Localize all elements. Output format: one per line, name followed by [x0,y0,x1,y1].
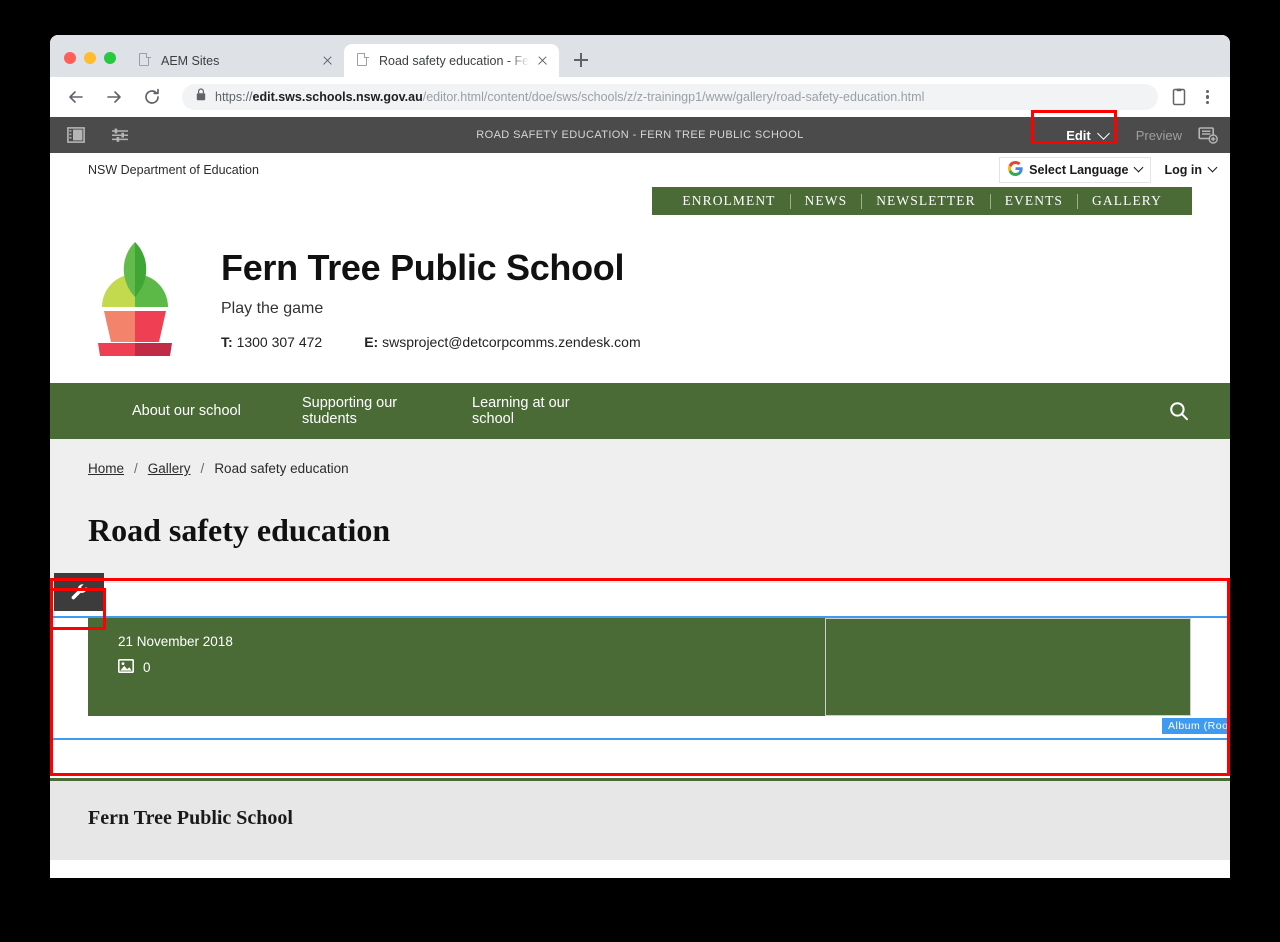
chevron-down-icon [1207,162,1218,173]
site-footer: Fern Tree Public School [50,781,1230,860]
url-scheme: https:// [215,90,253,104]
quicklink-gallery[interactable]: GALLERY [1078,193,1176,209]
close-window-button[interactable] [64,52,76,64]
contact-details: T: 1300 307 472 E: swsproject@detcorpcom… [221,334,641,350]
school-logo[interactable] [88,239,183,357]
browser-menu-icon[interactable] [1196,84,1218,110]
browser-tab-strip: AEM Sites Road safety education - Fern T [50,35,1230,77]
quicklink-enrolment[interactable]: ENROLMENT [668,193,789,209]
school-identity: Fern Tree Public School Play the game T:… [221,239,641,350]
page-information-icon[interactable] [1196,123,1220,147]
main-navigation: About our school Supporting our students… [50,383,1230,439]
quicklink-newsletter[interactable]: NEWSLETTER [862,193,989,209]
email-address[interactable]: swsproject@detcorpcomms.zendesk.com [382,334,641,350]
department-label: NSW Department of Education [88,162,259,177]
page-bottom-spacer [50,740,1230,781]
edit-mode-button[interactable]: Edit [1052,122,1122,149]
aem-toolbar-left [50,123,132,147]
login-label: Log in [1164,162,1203,177]
page-properties-icon[interactable] [108,123,132,147]
screen: AEM Sites Road safety education - Fern T [0,0,1280,942]
window-controls [50,52,126,77]
aem-toolbar-right: Edit Preview [1052,122,1230,149]
quicklinks-bar: ENROLMENT NEWS NEWSLETTER EVENTS GALLERY [652,187,1192,215]
browser-tab-road-safety-education[interactable]: Road safety education - Fern T [344,44,559,77]
sidebar-toggle-icon[interactable] [64,123,88,147]
album-image-count: 0 [118,659,825,676]
browser-window: AEM Sites Road safety education - Fern T [50,35,1230,878]
page-title: Road safety education [88,512,391,548]
breadcrumb-section: Home / Gallery / Road safety education R… [50,439,1230,573]
breadcrumb-separator: / [134,461,138,476]
new-tab-button[interactable] [567,46,595,74]
url-path: /editor.html/content/doe/sws/schools/z/z… [422,90,925,104]
album-date: 21 November 2018 [118,634,233,649]
aem-editor-toolbar: ROAD SAFETY EDUCATION - FERN TREE PUBLIC… [50,117,1230,153]
lock-icon [196,88,206,106]
image-icon [118,659,134,676]
browser-tab-title: AEM Sites [161,53,220,68]
footer-school-name: Fern Tree Public School [88,807,293,829]
nav-item-supporting-our-students[interactable]: Supporting our students [302,395,424,427]
component-badge: Album (Root [1162,718,1230,734]
url-domain: edit.sws.schools.nsw.gov.au [252,90,423,104]
reload-icon[interactable] [138,83,166,111]
site-page: NSW Department of Education Select Langu… [50,153,1230,860]
breadcrumb-item-home[interactable]: Home [88,461,124,476]
preview-button[interactable]: Preview [1122,122,1196,149]
breadcrumb-item-current: Road safety education [214,461,349,476]
forward-icon[interactable] [100,83,128,111]
close-icon[interactable] [533,52,551,70]
configure-component-button[interactable] [54,573,104,611]
album-component-region: 21 November 2018 0 Album (Root [50,573,1230,740]
edit-mode-label: Edit [1066,127,1091,143]
breadcrumb-separator: / [200,461,205,476]
browser-toolbar: https://edit.sws.schools.nsw.gov.au/edit… [50,77,1230,117]
phone-number: 1300 307 472 [236,334,323,350]
utility-bar: NSW Department of Education Select Langu… [50,153,1230,187]
google-icon [1008,161,1023,178]
quicklink-news[interactable]: NEWS [791,193,862,209]
breadcrumb: Home / Gallery / Road safety education [88,461,1192,476]
album-component[interactable]: 21 November 2018 0 Album (Root [50,616,1230,740]
minimize-window-button[interactable] [84,52,96,64]
album-header-spacer [50,583,1230,616]
album-tile-grid: 21 November 2018 0 [50,618,1230,716]
phone-detail: T: 1300 307 472 [221,334,322,350]
address-bar-url: https://edit.sws.schools.nsw.gov.au/edit… [215,90,924,104]
breadcrumb-item-gallery[interactable]: Gallery [148,461,191,476]
close-icon[interactable] [318,52,336,70]
browser-tab-aem-sites[interactable]: AEM Sites [126,44,344,77]
back-icon[interactable] [62,83,90,111]
image-count-value: 0 [143,660,151,675]
chevron-down-icon [1133,162,1143,173]
page-file-icon [138,53,152,68]
nav-item-learning-at-our-school[interactable]: Learning at our school [472,395,594,427]
album-top-spacer [50,573,1230,583]
login-menu[interactable]: Log in [1164,162,1218,177]
email-label: E: [364,334,379,350]
search-icon[interactable] [1166,398,1192,424]
nav-item-about-our-school[interactable]: About our school [132,403,254,419]
school-name: Fern Tree Public School [221,247,625,288]
chevron-down-icon [1096,126,1110,140]
site-header: Fern Tree Public School Play the game T:… [50,215,1230,383]
browser-tab-title: Road safety education - Fern T [379,53,529,68]
phone-label: T: [221,334,233,350]
quicklink-events[interactable]: EVENTS [991,193,1077,209]
install-app-icon[interactable] [1166,84,1192,110]
select-language-label: Select Language [1029,162,1129,177]
utility-bar-right: Select Language Log in [999,156,1218,183]
album-tile[interactable]: 21 November 2018 0 [88,618,825,716]
address-bar[interactable]: https://edit.sws.schools.nsw.gov.au/edit… [182,84,1158,110]
maximize-window-button[interactable] [104,52,116,64]
quicklinks-row: ENROLMENT NEWS NEWSLETTER EVENTS GALLERY [50,187,1230,215]
album-tile[interactable] [825,618,1191,716]
email-detail: E: swsproject@detcorpcomms.zendesk.com [364,334,640,350]
page-file-icon [356,53,370,68]
school-tagline: Play the game [221,300,324,317]
select-language-dropdown[interactable]: Select Language [999,156,1151,183]
